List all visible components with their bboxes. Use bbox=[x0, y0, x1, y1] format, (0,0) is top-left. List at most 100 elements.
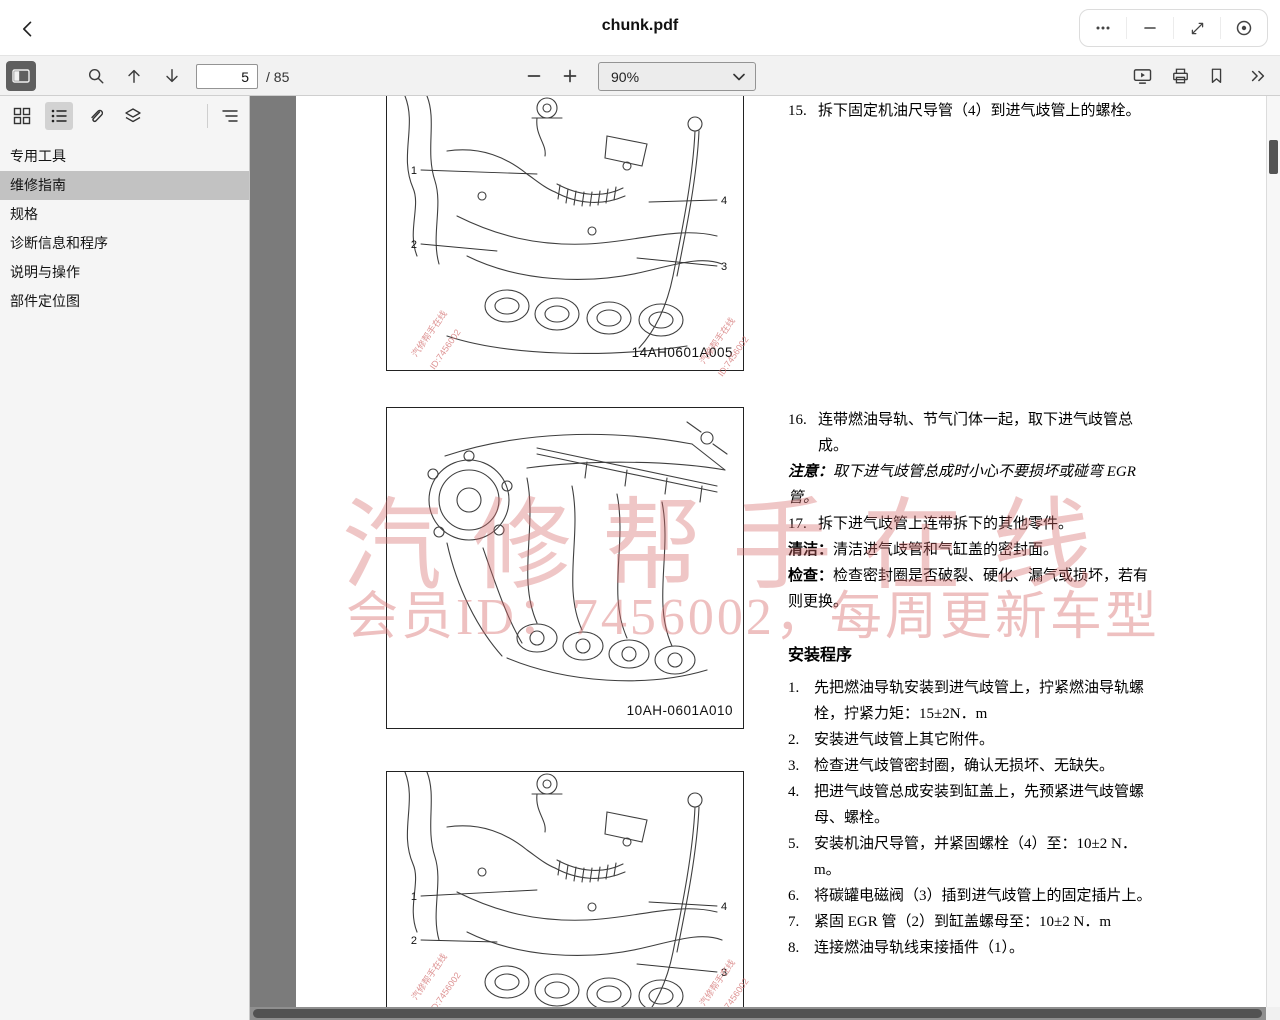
install-step: 2. 安装进气歧管上其它附件。 bbox=[788, 727, 1154, 753]
step-text: 把进气歧管总成安装到缸盖上，先预紧进气歧管螺母、螺栓。 bbox=[814, 779, 1154, 831]
engine-diagram-3: 1 2 3 4 bbox=[387, 772, 745, 1020]
arrow-down-icon bbox=[163, 67, 181, 85]
inspect-note: 检查：检查密封圈是否破裂、硬化、漏气或损坏，若有则更换。 bbox=[788, 563, 1154, 615]
step-number: 4. bbox=[788, 779, 814, 831]
sidebar-item-specs[interactable]: 规格 bbox=[0, 200, 249, 229]
callout-4: 4 bbox=[721, 195, 727, 207]
step-number: 15. bbox=[788, 98, 818, 124]
step-number: 2. bbox=[788, 727, 814, 753]
step-text: 安装进气歧管上其它附件。 bbox=[814, 727, 1154, 753]
thumbnails-grid-icon bbox=[13, 107, 31, 125]
callout-4: 4 bbox=[721, 901, 727, 913]
bookmarks-list: 专用工具 维修指南 规格 诊断信息和程序 说明与操作 部件定位图 bbox=[0, 142, 249, 316]
ellipsis-icon bbox=[1094, 19, 1112, 37]
sidebar-item-component-location[interactable]: 部件定位图 bbox=[0, 287, 249, 316]
vertical-scrollbar-thumb[interactable] bbox=[1269, 140, 1278, 174]
step-number: 1. bbox=[788, 675, 814, 727]
install-steps-list: 1. 先把燃油导轨安装到进气歧管上，拧紧燃油导轨螺栓，拧紧力矩：15±2N．m … bbox=[788, 675, 1154, 961]
minus-icon bbox=[526, 68, 542, 84]
figure-caption: 14AH0601A005 bbox=[632, 345, 733, 360]
callout-1: 1 bbox=[411, 165, 417, 177]
indented-list-icon bbox=[221, 107, 239, 125]
print-button[interactable] bbox=[1166, 62, 1194, 90]
install-step: 1. 先把燃油导轨安装到进气歧管上，拧紧燃油导轨螺栓，拧紧力矩：15±2N．m bbox=[788, 675, 1154, 727]
pdf-toolbar: / 85 90% bbox=[0, 56, 1280, 96]
thumbnails-tab-button[interactable] bbox=[8, 102, 36, 130]
paperclip-icon bbox=[87, 107, 105, 125]
previous-page-button[interactable] bbox=[120, 62, 148, 90]
step-number: 7. bbox=[788, 909, 814, 935]
removal-step-16: 16. 连带燃油导轨、节气门体一起，取下进气歧管总成。 bbox=[788, 407, 1154, 459]
arrow-up-icon bbox=[125, 67, 143, 85]
step-text: 连带燃油导轨、节气门体一起，取下进气歧管总成。 bbox=[818, 407, 1154, 459]
sidebar-panel-icon bbox=[12, 68, 30, 84]
double-chevron-right-icon bbox=[1249, 68, 1267, 84]
sidebar-toggle-button[interactable] bbox=[6, 61, 36, 91]
plus-icon bbox=[562, 68, 578, 84]
outline-options-button[interactable] bbox=[216, 102, 244, 130]
sidebar-item-operation[interactable]: 说明与操作 bbox=[0, 258, 249, 287]
sidebar-item-diagnostics[interactable]: 诊断信息和程序 bbox=[0, 229, 249, 258]
zoom-level-select[interactable]: 90% bbox=[598, 62, 756, 91]
zoom-out-button[interactable] bbox=[520, 62, 548, 90]
callout-3: 3 bbox=[721, 967, 727, 979]
layers-tab-button[interactable] bbox=[119, 102, 147, 130]
install-step: 6. 将碳罐电磁阀（3）插到进气歧管上的固定插片上。 bbox=[788, 883, 1154, 909]
pdf-page: 1 2 3 4 14AH0601A005 bbox=[296, 96, 1266, 1020]
bookmark-button[interactable] bbox=[1202, 62, 1230, 90]
present-button[interactable] bbox=[1128, 62, 1156, 90]
engine-diagram-2 bbox=[387, 408, 745, 730]
clean-note: 清洁：清洁进气歧管和气缸盖的密封面。 bbox=[788, 537, 1154, 563]
search-icon bbox=[87, 67, 105, 85]
caution-note: 注意：取下进气歧管总成时小心不要损坏或碰弯 EGR 管。 bbox=[788, 459, 1154, 511]
inspect-label: 检查： bbox=[788, 568, 833, 584]
step-number: 17. bbox=[788, 511, 818, 537]
install-procedure-heading: 安装程序 bbox=[788, 643, 1154, 669]
removal-step-15: 15. 拆下固定机油尺导管（4）到进气歧管上的螺栓。 bbox=[788, 98, 1154, 124]
divider bbox=[207, 104, 208, 128]
outline-tab-button[interactable] bbox=[45, 102, 73, 130]
clean-text: 清洁进气歧管和气缸盖的密封面。 bbox=[833, 542, 1058, 558]
step-number: 16. bbox=[788, 407, 818, 459]
callout-2: 2 bbox=[411, 935, 417, 947]
step-number: 3. bbox=[788, 753, 814, 779]
expand-icon bbox=[1189, 20, 1206, 37]
more-tools-button[interactable] bbox=[1244, 62, 1272, 90]
horizontal-scrollbar-thumb[interactable] bbox=[253, 1009, 1262, 1018]
zoom-value: 90% bbox=[599, 69, 733, 85]
attachments-tab-button[interactable] bbox=[82, 102, 110, 130]
sidebar-item-special-tools[interactable]: 专用工具 bbox=[0, 142, 249, 171]
page-total-label: / 85 bbox=[266, 69, 289, 85]
step-text: 拆下固定机油尺导管（4）到进气歧管上的螺栓。 bbox=[818, 98, 1154, 124]
removal-step-17: 17. 拆下进气歧管上连带拆下的其他零件。 bbox=[788, 511, 1154, 537]
vertical-scrollbar[interactable] bbox=[1266, 96, 1280, 1007]
horizontal-scrollbar[interactable] bbox=[250, 1007, 1266, 1020]
zoom-in-button[interactable] bbox=[556, 62, 584, 90]
expand-button[interactable] bbox=[1174, 10, 1220, 46]
install-step: 4. 把进气歧管总成安装到缸盖上，先预紧进气歧管螺母、螺栓。 bbox=[788, 779, 1154, 831]
sidebar-tab-icons bbox=[0, 96, 249, 136]
procedure-text-column: 16. 连带燃油导轨、节气门体一起，取下进气歧管总成。 注意：取下进气歧管总成时… bbox=[788, 407, 1154, 961]
search-button[interactable] bbox=[82, 62, 110, 90]
sidebar-item-repair-guide[interactable]: 维修指南 bbox=[0, 171, 249, 200]
step-text: 安装机油尺导管，并紧固螺栓（4）至：10±2 N．m。 bbox=[814, 831, 1154, 883]
next-page-button[interactable] bbox=[158, 62, 186, 90]
printer-icon bbox=[1171, 67, 1190, 85]
install-step: 3. 检查进气歧管密封圈，确认无损坏、无缺失。 bbox=[788, 753, 1154, 779]
install-step: 5. 安装机油尺导管，并紧固螺栓（4）至：10±2 N．m。 bbox=[788, 831, 1154, 883]
minimize-icon bbox=[1142, 20, 1158, 36]
callout-1: 1 bbox=[411, 891, 417, 903]
more-options-button[interactable] bbox=[1080, 10, 1126, 46]
record-button[interactable] bbox=[1221, 10, 1267, 46]
step-text: 先把燃油导轨安装到进气歧管上，拧紧燃油导轨螺栓，拧紧力矩：15±2N．m bbox=[814, 675, 1154, 727]
minimize-button[interactable] bbox=[1127, 10, 1173, 46]
window-controls bbox=[1079, 9, 1268, 47]
step-text: 紧固 EGR 管（2）到缸盖螺母至：10±2 N．m bbox=[814, 909, 1154, 935]
step-text: 拆下进气歧管上连带拆下的其他零件。 bbox=[818, 511, 1154, 537]
step-number: 5. bbox=[788, 831, 814, 883]
outline-list-icon bbox=[50, 107, 68, 125]
step-text: 检查进气歧管密封圈，确认无损坏、无缺失。 bbox=[814, 753, 1154, 779]
step-text: 连接燃油导轨线束接插件（1）。 bbox=[814, 935, 1154, 961]
pdf-viewport: 1 2 3 4 14AH0601A005 bbox=[250, 96, 1280, 1020]
page-number-input[interactable] bbox=[196, 64, 258, 89]
